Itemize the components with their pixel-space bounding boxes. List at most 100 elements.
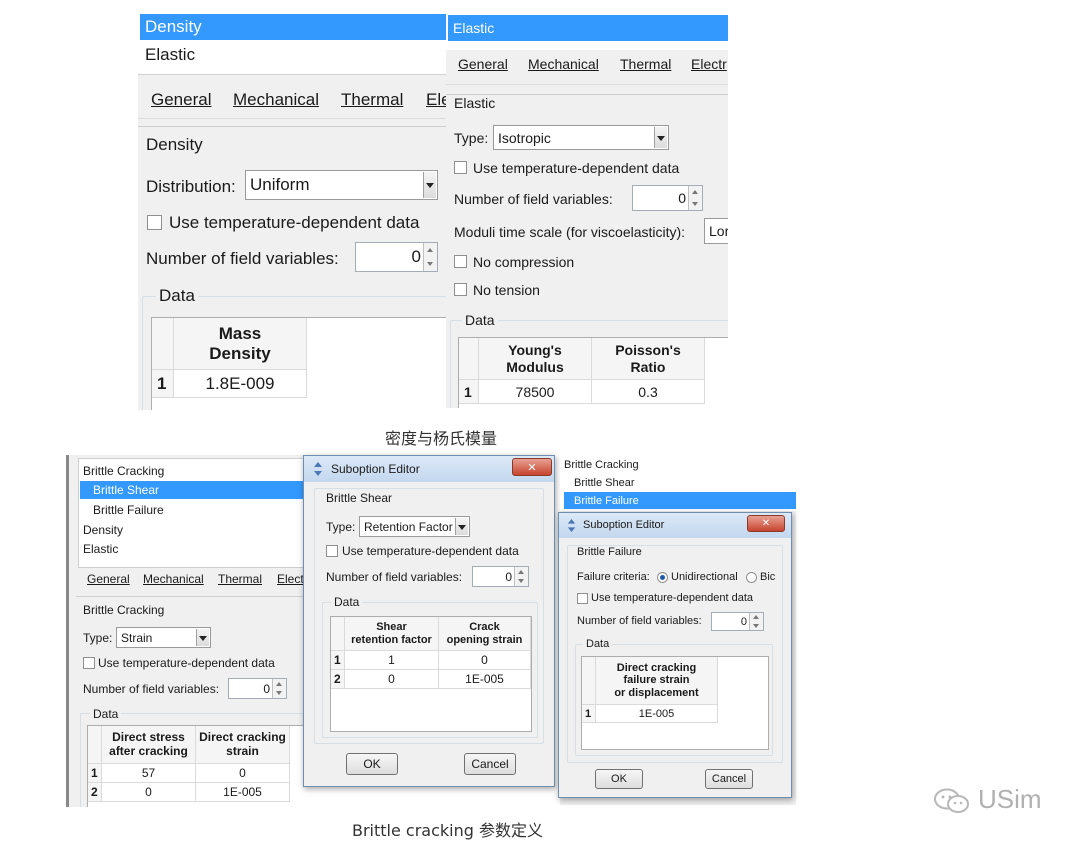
type-label: Type: <box>83 631 113 645</box>
type-select[interactable]: Isotropic <box>493 125 669 150</box>
distribution-label: Distribution: <box>146 177 236 196</box>
column-header-mass-density: Mass Density <box>174 318 307 370</box>
column-header-failure-strain: Direct cracking failure strain or displa… <box>596 657 718 705</box>
table-cell[interactable]: 0 <box>102 783 196 802</box>
tree-item-brittle-cracking[interactable]: Brittle Cracking <box>564 459 639 471</box>
caption-brittle-cracking: Brittle cracking 参数定义 <box>352 821 543 840</box>
menu-mechanical[interactable]: Mechanical <box>143 572 204 586</box>
table-cell[interactable]: 57 <box>102 764 196 783</box>
menu-general[interactable]: General <box>151 90 211 110</box>
menu-electrical[interactable]: Electr <box>691 56 727 72</box>
bidirectional-radio[interactable] <box>746 572 757 583</box>
table-cell[interactable]: 1E-005 <box>439 670 531 689</box>
dialog-title: Suboption Editor <box>583 519 665 531</box>
spinner-arrows-icon[interactable] <box>749 613 763 630</box>
watermark-text: USim <box>978 784 1042 814</box>
menu-electrical[interactable]: Elect <box>277 572 304 586</box>
column-header-poissons-ratio: Poisson's Ratio <box>592 338 705 380</box>
row-number: 1 <box>152 370 174 398</box>
type-select[interactable]: Retention Factor <box>359 516 470 537</box>
table-cell[interactable]: 0 <box>439 651 531 670</box>
suboption-editor-brittle-failure: Suboption Editor ✕ Brittle Failure Failu… <box>558 512 792 798</box>
type-select[interactable]: Strain <box>116 627 211 648</box>
temp-dependent-checkbox[interactable] <box>577 593 588 604</box>
moduli-select[interactable]: Lor <box>704 218 728 244</box>
tree-item-brittle-shear[interactable]: Brittle Shear <box>574 477 635 489</box>
spinner-arrows-icon[interactable] <box>272 679 286 698</box>
move-icon <box>567 519 576 532</box>
elastic-panel: Elastic General Mechanical Thermal Elect… <box>446 12 728 408</box>
spinner-arrows-icon[interactable] <box>423 243 437 271</box>
moduli-label: Moduli time scale (for viscoelasticity): <box>454 224 686 240</box>
table-cell[interactable]: 1 <box>345 651 439 670</box>
table-cell[interactable]: 0.3 <box>592 380 705 404</box>
field-vars-spinner[interactable]: 0 <box>711 612 764 631</box>
menu-general[interactable]: General <box>87 572 130 586</box>
cancel-button[interactable]: Cancel <box>705 769 753 789</box>
temp-dependent-label: Use temperature-dependent data <box>473 160 680 176</box>
divider <box>138 126 450 127</box>
table-cell[interactable]: 1E-005 <box>596 705 718 723</box>
menu-thermal[interactable]: Thermal <box>620 56 671 72</box>
row-number: 1 <box>459 380 479 404</box>
temp-dependent-label: Use temperature-dependent data <box>591 592 754 604</box>
field-vars-label: Number of field variables: <box>83 682 220 696</box>
brittle-shear-table[interactable]: Shear retention factor Crack opening str… <box>330 616 532 732</box>
field-vars-spinner[interactable]: 0 <box>355 242 438 272</box>
brittle-failure-table[interactable]: Direct cracking failure strain or displa… <box>581 656 769 750</box>
tree-item-elastic[interactable]: Elastic <box>83 542 118 556</box>
temp-dependent-checkbox[interactable] <box>326 545 338 557</box>
column-header-crack-opening: Crack opening strain <box>439 617 531 651</box>
menu-thermal[interactable]: Thermal <box>341 90 403 110</box>
ok-button[interactable]: OK <box>595 769 643 789</box>
column-header-youngs-modulus: Young's Modulus <box>479 338 592 380</box>
field-vars-spinner[interactable]: 0 <box>472 566 529 587</box>
data-group-label: Data <box>331 595 363 609</box>
menu-mechanical[interactable]: Mechanical <box>528 56 599 72</box>
wechat-logo-icon <box>934 788 969 813</box>
field-vars-label: Number of field variables: <box>326 570 463 584</box>
caption-density-elastic: 密度与杨氏模量 <box>385 429 498 448</box>
close-icon[interactable]: ✕ <box>512 458 552 476</box>
no-tension-label: No tension <box>473 282 540 298</box>
tree-item-brittle-failure[interactable]: Brittle Failure <box>93 503 164 517</box>
row-header-corner <box>152 318 174 370</box>
no-tension-checkbox[interactable] <box>454 283 467 296</box>
table-cell[interactable]: 0 <box>196 764 290 783</box>
brittle-cracking-panel: Brittle Cracking Brittle Shear Brittle F… <box>66 455 316 807</box>
menu-thermal[interactable]: Thermal <box>218 572 262 586</box>
table-cell[interactable]: 1E-005 <box>196 783 290 802</box>
unidirectional-label: Unidirectional <box>671 571 738 583</box>
data-group-label: Data <box>156 286 198 306</box>
temp-dependent-label: Use temperature-dependent data <box>342 544 519 558</box>
temp-dependent-checkbox[interactable] <box>454 161 467 174</box>
brittle-cracking-table[interactable]: Direct stress after cracking Direct crac… <box>87 725 316 807</box>
elastic-table[interactable]: Young's Modulus Poisson's Ratio 1 78500 … <box>458 337 728 408</box>
temp-dependent-checkbox[interactable] <box>147 215 162 230</box>
table-cell[interactable]: 0 <box>345 670 439 689</box>
tree-item-density[interactable]: Density <box>83 523 123 537</box>
menu-general[interactable]: General <box>458 56 508 72</box>
cancel-button[interactable]: Cancel <box>464 753 516 775</box>
temp-dependent-checkbox[interactable] <box>83 657 95 669</box>
row-header-corner <box>459 338 479 380</box>
tree-item-brittle-cracking[interactable]: Brittle Cracking <box>83 464 164 478</box>
chevron-down-icon <box>654 127 667 148</box>
field-vars-spinner[interactable]: 0 <box>632 185 703 211</box>
close-icon[interactable]: ✕ <box>747 515 785 532</box>
bidirectional-label: Bic <box>760 571 776 583</box>
density-table[interactable]: Mass Density 1 1.8E-009 <box>151 317 450 410</box>
spinner-arrows-icon[interactable] <box>688 186 702 210</box>
chevron-down-icon <box>455 518 468 535</box>
section-title: Brittle Shear <box>326 491 393 505</box>
table-cell[interactable]: 1.8E-009 <box>174 370 307 398</box>
spinner-arrows-icon[interactable] <box>514 567 528 586</box>
distribution-select[interactable]: Uniform <box>245 170 438 200</box>
field-vars-spinner[interactable]: 0 <box>228 678 287 699</box>
tree-item-elastic[interactable]: Elastic <box>145 45 195 65</box>
ok-button[interactable]: OK <box>346 753 398 775</box>
table-cell[interactable]: 78500 <box>479 380 592 404</box>
no-compression-checkbox[interactable] <box>454 255 467 268</box>
unidirectional-radio[interactable] <box>657 572 668 583</box>
menu-mechanical[interactable]: Mechanical <box>233 90 319 110</box>
